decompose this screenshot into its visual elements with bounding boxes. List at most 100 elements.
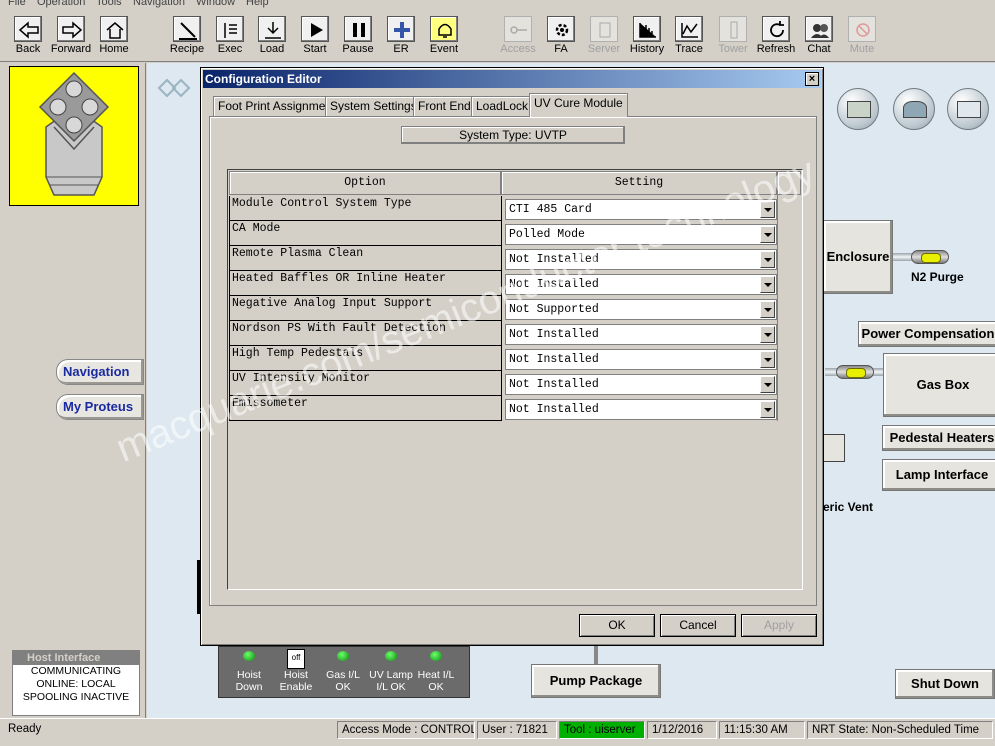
back-button[interactable]: Back <box>8 16 48 60</box>
setting-value: CTI 485 Card <box>509 203 592 216</box>
option-cell: Module Control System Type <box>229 196 502 221</box>
home-icon <box>100 16 128 42</box>
chevron-down-icon[interactable] <box>760 351 775 368</box>
load-icon <box>258 16 286 42</box>
shut-down-button[interactable]: Shut Down <box>895 669 995 699</box>
setting-dropdown[interactable]: Not Supported <box>505 299 777 320</box>
setting-dropdown[interactable]: Not Installed <box>505 399 777 420</box>
plus-icon <box>387 16 415 42</box>
apply-button[interactable]: Apply <box>741 614 817 637</box>
tab-front-end[interactable]: Front End <box>413 96 476 116</box>
uv-lamp-il-led-icon <box>385 651 397 661</box>
tab-loadlock[interactable]: LoadLock <box>471 96 534 116</box>
setting-dropdown[interactable]: CTI 485 Card <box>505 199 777 220</box>
refresh-button[interactable]: Refresh <box>756 16 796 60</box>
pedestal-heaters-button[interactable]: Pedestal Heaters <box>882 425 995 451</box>
gas-box-valve-icon[interactable] <box>836 365 874 379</box>
dialog-titlebar[interactable]: Configuration Editor × <box>203 70 821 88</box>
setting-value: Not Supported <box>509 303 599 316</box>
menu-navigation[interactable]: Navigation <box>133 0 185 8</box>
spray-monitor-icon[interactable] <box>893 88 935 130</box>
tower-icon <box>719 16 747 42</box>
refresh-icon <box>762 16 790 42</box>
heat-il-label: Heat I/L OK <box>417 669 455 693</box>
chevron-down-icon[interactable] <box>760 251 775 268</box>
dialog-title: Configuration Editor <box>205 72 322 86</box>
chevron-down-icon[interactable] <box>760 376 775 393</box>
grid-row: High Temp Pedestals Not Installed <box>229 346 777 371</box>
setting-dropdown[interactable]: Not Installed <box>505 249 777 270</box>
n2-purge-valve-icon[interactable] <box>911 250 949 264</box>
recipe-icon <box>173 16 201 42</box>
event-button[interactable]: Event <box>424 16 464 60</box>
chevron-down-icon[interactable] <box>760 401 775 418</box>
lamp-interface-button[interactable]: Lamp Interface <box>882 459 995 491</box>
ok-button[interactable]: OK <box>579 614 655 637</box>
hoist-enable-label: Hoist Enable <box>279 669 313 693</box>
recipe-button[interactable]: Recipe <box>167 16 207 60</box>
home-button[interactable]: Home <box>94 16 134 60</box>
enclosure-button[interactable]: Enclosure <box>823 220 893 294</box>
forward-button[interactable]: Forward <box>51 16 91 60</box>
trace-button[interactable]: Trace <box>669 16 709 60</box>
status-date: 1/12/2016 <box>647 721 717 739</box>
chevron-down-icon[interactable] <box>760 276 775 293</box>
cancel-button[interactable]: Cancel <box>660 614 736 637</box>
key-icon <box>504 16 532 42</box>
tab-system-settings[interactable]: System Settings <box>325 96 422 116</box>
setting-value: Not Installed <box>509 253 599 266</box>
status-tool: Tool : uiserver <box>559 721 645 739</box>
menu-tools[interactable]: Tools <box>96 0 122 8</box>
host-interface-title: Host Interface <box>13 651 139 665</box>
history-button[interactable]: History <box>627 16 667 60</box>
mute-button[interactable]: Mute <box>842 16 882 60</box>
close-icon[interactable]: × <box>805 72 819 86</box>
status-user: User : 71821 <box>477 721 557 739</box>
setting-value: Not Installed <box>509 328 599 341</box>
vent-label: eric Vent <box>823 500 874 514</box>
power-compensation-button[interactable]: Power Compensation <box>858 321 995 347</box>
setting-value: Not Installed <box>509 353 599 366</box>
start-button[interactable]: Start <box>295 16 335 60</box>
menu-file[interactable]: File <box>8 0 26 8</box>
chat-button[interactable]: Chat <box>799 16 839 60</box>
chevron-down-icon[interactable] <box>760 201 775 218</box>
server-button[interactable]: Server <box>584 16 624 60</box>
back-arrow-icon <box>14 16 42 42</box>
forward-arrow-icon <box>57 16 85 42</box>
toolbar: Back Forward Home Recipe Exec Load Start… <box>0 12 995 62</box>
interlock-status-panel: Hoist Down off Hoist Enable Gas I/L OK U… <box>218 646 470 698</box>
equipment-status-icon[interactable] <box>837 88 879 130</box>
setting-dropdown[interactable]: Not Installed <box>505 349 777 370</box>
chevron-down-icon[interactable] <box>760 301 775 318</box>
grid-row: Nordson PS With Fault Detection Not Inst… <box>229 321 777 346</box>
setting-dropdown[interactable]: Not Installed <box>505 324 777 345</box>
binary-search-icon[interactable] <box>947 88 989 130</box>
my-proteus-button[interactable]: My Proteus <box>56 394 144 420</box>
menu-help[interactable]: Help <box>246 0 269 8</box>
exec-button[interactable]: Exec <box>210 16 250 60</box>
gear-icon <box>547 16 575 42</box>
setting-dropdown[interactable]: Not Installed <box>505 274 777 295</box>
nav-emblem-icon <box>157 78 191 98</box>
access-button[interactable]: Access <box>498 16 538 60</box>
fa-button[interactable]: FA <box>541 16 581 60</box>
pause-button[interactable]: Pause <box>338 16 378 60</box>
tower-button[interactable]: Tower <box>713 16 753 60</box>
chevron-down-icon[interactable] <box>760 326 775 343</box>
hoist-enable-switch[interactable]: off <box>287 649 305 669</box>
setting-dropdown[interactable]: Polled Mode <box>505 224 777 245</box>
menu-operation[interactable]: Operation <box>37 0 85 8</box>
load-button[interactable]: Load <box>252 16 292 60</box>
menu-window[interactable]: Window <box>196 0 235 8</box>
grid-row: CA Mode Polled Mode <box>229 221 777 246</box>
er-button[interactable]: ER <box>381 16 421 60</box>
pump-package-button[interactable]: Pump Package <box>531 664 661 698</box>
chevron-down-icon[interactable] <box>760 226 775 243</box>
tool-logo <box>9 66 139 206</box>
tab-foot-print-assignment[interactable]: Foot Print Assignment <box>213 96 341 116</box>
tab-uv-cure-module[interactable]: UV Cure Module <box>529 93 628 117</box>
gas-box-button[interactable]: Gas Box <box>883 353 995 417</box>
setting-dropdown[interactable]: Not Installed <box>505 374 777 395</box>
navigation-button[interactable]: Navigation <box>56 359 144 385</box>
